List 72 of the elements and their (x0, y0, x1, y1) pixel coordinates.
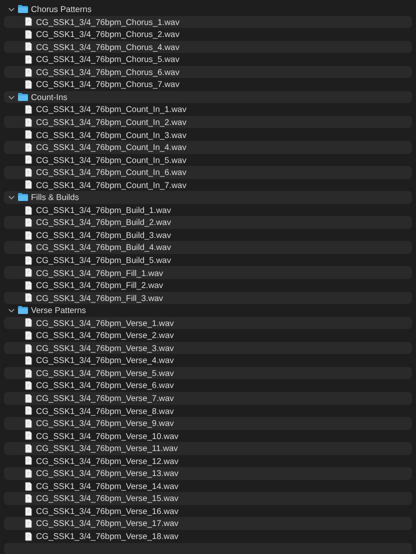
file-name[interactable]: CG_SSK1_3/4_76bpm_Verse_8.wav (36, 406, 174, 415)
file-name[interactable]: CG_SSK1_3/4_76bpm_Verse_14.wav (36, 482, 178, 490)
file-icon (25, 318, 32, 328)
file-icon (25, 482, 32, 491)
file-icon (25, 256, 32, 265)
folder-name[interactable]: Fills & Builds (31, 193, 79, 202)
file-icon (25, 17, 32, 26)
file-name[interactable]: CG_SSK1_3/4_76bpm_Verse_10.wav (36, 432, 178, 440)
folder-name[interactable]: Chorus Patterns (31, 5, 92, 14)
file-icon (25, 532, 32, 541)
file-name[interactable]: CG_SSK1_3/4_76bpm_Build_5.wav (36, 256, 172, 264)
file-name[interactable]: CG_SSK1_3/4_76bpm_Verse_4.wav (36, 356, 174, 365)
file-icon (25, 519, 32, 528)
folder-name[interactable]: Count-Ins (31, 92, 68, 102)
file-icon (25, 431, 32, 440)
file-icon (25, 105, 32, 114)
file-name[interactable]: CG_SSK1_3/4_76bpm_Verse_18.wav (36, 532, 178, 540)
folder-icon (18, 306, 28, 314)
file-icon (25, 118, 32, 127)
file-icon (25, 394, 32, 403)
file-name[interactable]: CG_SSK1_3/4_76bpm_Verse_2.wav (36, 331, 174, 340)
file-icon (25, 356, 32, 366)
file-name[interactable]: CG_SSK1_3/4_76bpm_Chorus_5.wav (36, 55, 180, 64)
file-icon (25, 218, 32, 228)
chevron-icon[interactable] (8, 94, 15, 101)
file-icon (25, 80, 32, 90)
file-name[interactable]: CG_SSK1_3/4_76bpm_Fill_2.wav (36, 281, 164, 290)
folder-icon (18, 93, 28, 102)
chevron-icon[interactable] (8, 194, 15, 201)
file-icon (25, 418, 32, 428)
file-icon (25, 130, 32, 140)
file-name[interactable]: CG_SSK1_3/4_76bpm_Verse_16.wav (36, 506, 178, 516)
file-icon (25, 494, 32, 504)
file-icon (25, 469, 32, 478)
file-name[interactable]: CG_SSK1_3/4_76bpm_Chorus_2.wav (36, 30, 180, 39)
file-icon (25, 243, 32, 252)
file-icon (25, 155, 32, 164)
file-name[interactable]: CG_SSK1_3/4_76bpm_Count_In_5.wav (36, 156, 186, 164)
file-name[interactable]: CG_SSK1_3/4_76bpm_Verse_12.wav (36, 456, 178, 466)
file-name[interactable]: CG_SSK1_3/4_76bpm_Count_In_1.wav (36, 105, 186, 114)
file-name[interactable]: CG_SSK1_3/4_76bpm_Count_In_7.wav (36, 180, 186, 190)
file-icon (25, 456, 32, 466)
chevron-icon[interactable] (8, 6, 15, 13)
file-name[interactable]: CG_SSK1_3/4_76bpm_Build_3.wav (36, 230, 172, 240)
file-icon (25, 381, 32, 390)
file-name[interactable]: CG_SSK1_3/4_76bpm_Chorus_7.wav (36, 80, 180, 89)
file-icon (25, 30, 32, 39)
file-name[interactable]: CG_SSK1_3/4_76bpm_Count_In_3.wav (36, 130, 186, 139)
folder-icon (18, 193, 28, 202)
chevron-icon[interactable] (8, 306, 15, 314)
folder-name[interactable]: Verse Patterns (31, 306, 86, 315)
file-icon (25, 406, 32, 416)
file-icon (25, 344, 32, 353)
file-icon (25, 506, 32, 516)
folder-icon (18, 5, 28, 14)
file-icon (25, 230, 32, 240)
file-icon (25, 180, 32, 190)
file-icon (25, 54, 32, 64)
file-icon (25, 444, 32, 453)
file-icon (25, 330, 32, 340)
file-icon (25, 280, 32, 290)
file-icon (25, 142, 32, 152)
file-name[interactable]: CG_SSK1_3/4_76bpm_Fill_1.wav (36, 268, 164, 277)
file-icon (25, 42, 32, 52)
file-icon (25, 268, 32, 278)
file-name[interactable]: CG_SSK1_3/4_76bpm_Build_1.wav (36, 206, 172, 214)
file-icon (25, 293, 32, 302)
file-icon (25, 206, 32, 215)
file-icon (25, 368, 32, 378)
file-icon (25, 168, 32, 177)
file-name[interactable]: CG_SSK1_3/4_76bpm_Verse_6.wav (36, 381, 174, 390)
file-icon (25, 68, 32, 76)
